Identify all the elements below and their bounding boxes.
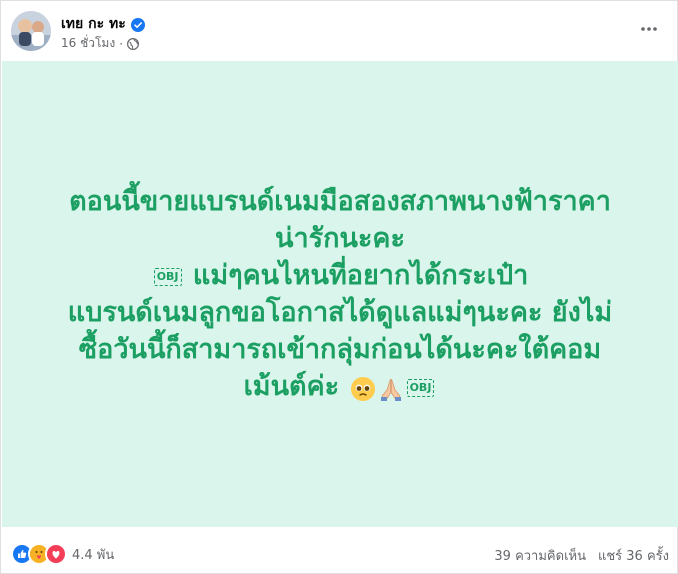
reaction-count[interactable]: 4.4 พัน <box>72 544 114 565</box>
reactions-summary[interactable]: 4.4 พัน <box>11 543 114 565</box>
globe-icon <box>127 37 140 50</box>
more-dots-icon <box>641 27 657 31</box>
share-count-link[interactable]: แชร์ 36 ครั้ง <box>598 545 669 566</box>
post-text-line: แบรนด์เนมลูกขอโอกาสได้ดูแลแม่ๆนะคะ ยังไม… <box>67 297 613 328</box>
verified-badge-icon <box>130 17 145 32</box>
object-placeholder: OBJ <box>406 378 435 397</box>
more-options-button[interactable] <box>633 13 665 45</box>
author-name[interactable]: เทย กะ ทะ <box>61 13 126 35</box>
love-icon <box>45 543 67 565</box>
post-text-line: น่ารักนะคะ <box>275 223 405 254</box>
folded-hands-icon <box>378 375 404 401</box>
pleading-face-icon <box>350 375 376 401</box>
post-text-line: ซื้อวันนี้ก็สามารถเข้ากลุ่มก่อนได้นะคะใต… <box>78 334 602 365</box>
object-placeholder: OBJ <box>153 267 182 286</box>
post-text-line: OBJ แม่ๆคนไหนที่อยากได้กระเป๋า <box>20 257 660 294</box>
comment-count-link[interactable]: 39 ความคิดเห็น <box>494 545 586 566</box>
post-footer: 4.4 พัน 39 ความคิดเห็น แชร์ 36 ครั้ง <box>11 537 669 567</box>
post-text: ตอนนี้ขายแบรนด์เนมมือสองสภาพนางฟ้าราคา น… <box>20 183 660 405</box>
post-text-background: ตอนนี้ขายแบรนด์เนมมือสองสภาพนางฟ้าราคา น… <box>2 61 678 527</box>
meta-separator: · <box>119 36 124 51</box>
post-text-segment: เม้นต์ค่ะ <box>243 371 340 402</box>
post-card: เทย กะ ทะ 16 ชั่วโมง · ตอนนี้ขายแบรนด์เน… <box>0 0 678 574</box>
post-text-line: ตอนนี้ขายแบรนด์เนมมือสองสภาพนางฟ้าราคา <box>69 186 611 217</box>
post-timestamp[interactable]: 16 ชั่วโมง <box>61 34 115 53</box>
post-text-line: เม้นต์ค่ะ OBJ <box>20 368 660 405</box>
post-header: เทย กะ ทะ 16 ชั่วโมง · <box>11 11 669 55</box>
author-avatar[interactable] <box>11 11 51 51</box>
post-text-segment: แม่ๆคนไหนที่อยากได้กระเป๋า <box>192 260 529 291</box>
